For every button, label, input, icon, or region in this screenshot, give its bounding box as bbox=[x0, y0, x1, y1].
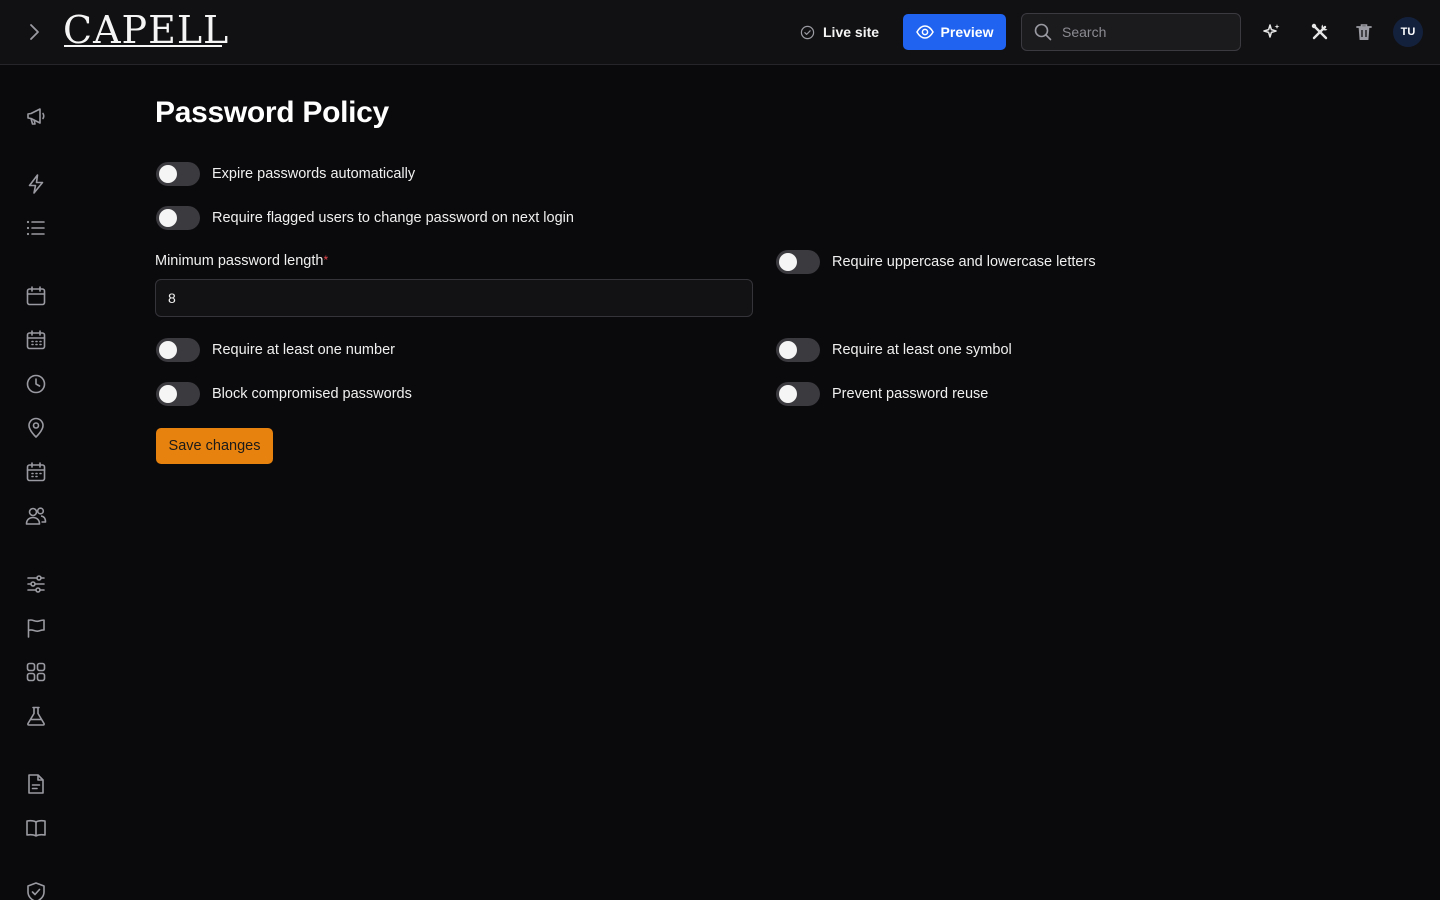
megaphone-icon bbox=[25, 105, 47, 127]
clock-icon bbox=[25, 373, 47, 395]
require-number-row: Require at least one number bbox=[156, 337, 395, 363]
sidebar-item-documents[interactable] bbox=[24, 772, 48, 796]
page-title: Password Policy bbox=[155, 96, 389, 129]
logo-underline bbox=[64, 45, 222, 47]
sidebar-item-labs[interactable] bbox=[24, 704, 48, 728]
sidebar-item-settings[interactable] bbox=[24, 572, 48, 596]
upper-lower-toggle[interactable] bbox=[776, 250, 820, 274]
sidebar-item-schedule[interactable] bbox=[24, 328, 48, 352]
avatar[interactable]: TU bbox=[1393, 17, 1423, 47]
toggle-knob bbox=[159, 165, 177, 183]
min-length-label: Minimum password length* bbox=[155, 253, 328, 269]
sidebar-item-reports[interactable] bbox=[24, 616, 48, 640]
expand-sidebar-button[interactable] bbox=[20, 18, 48, 46]
toggle-knob bbox=[779, 385, 797, 403]
chevron-right-icon bbox=[26, 23, 42, 41]
document-icon bbox=[25, 773, 47, 795]
require-symbol-toggle[interactable] bbox=[776, 338, 820, 362]
live-site-link[interactable]: Live site bbox=[800, 21, 879, 43]
sidebar-item-users[interactable] bbox=[24, 504, 48, 528]
lightning-icon bbox=[25, 173, 47, 195]
tools-button[interactable] bbox=[1308, 20, 1332, 44]
expire-passwords-row: Expire passwords automatically bbox=[156, 161, 415, 187]
search-box[interactable] bbox=[1021, 13, 1241, 51]
sidebar-item-events[interactable] bbox=[24, 460, 48, 484]
upper-lower-row: Require uppercase and lowercase letters bbox=[776, 249, 1096, 275]
sidebar-item-calendar[interactable] bbox=[24, 284, 48, 308]
block-compromised-toggle[interactable] bbox=[156, 382, 200, 406]
sidebar-item-locations[interactable] bbox=[24, 416, 48, 440]
require-symbol-row: Require at least one symbol bbox=[776, 337, 1012, 363]
shield-check-icon bbox=[25, 881, 47, 900]
save-changes-button[interactable]: Save changes bbox=[156, 428, 273, 464]
sliders-icon bbox=[25, 573, 47, 595]
prevent-reuse-row: Prevent password reuse bbox=[776, 381, 988, 407]
grid-icon bbox=[25, 661, 47, 683]
require-number-label: Require at least one number bbox=[212, 342, 395, 358]
prevent-reuse-toggle[interactable] bbox=[776, 382, 820, 406]
map-pin-icon bbox=[25, 417, 47, 439]
eye-icon bbox=[915, 25, 934, 39]
users-icon bbox=[25, 505, 47, 527]
expire-passwords-toggle[interactable] bbox=[156, 162, 200, 186]
sidebar-item-security[interactable] bbox=[24, 880, 48, 900]
tools-icon bbox=[1310, 22, 1330, 42]
search-input[interactable] bbox=[1062, 24, 1222, 40]
flask-icon bbox=[25, 705, 47, 727]
toggle-knob bbox=[159, 209, 177, 227]
avatar-initials: TU bbox=[1400, 26, 1416, 38]
sidebar-item-list[interactable] bbox=[24, 216, 48, 240]
calendar-dates-icon bbox=[25, 461, 47, 483]
upper-lower-label: Require uppercase and lowercase letters bbox=[832, 254, 1096, 270]
toggle-knob bbox=[159, 341, 177, 359]
toggle-knob bbox=[779, 341, 797, 359]
top-bar: CAPELL Live site Preview TU bbox=[0, 0, 1440, 65]
required-indicator: * bbox=[323, 253, 329, 267]
sidebar-item-history[interactable] bbox=[24, 372, 48, 396]
list-icon bbox=[25, 217, 47, 239]
expire-passwords-label: Expire passwords automatically bbox=[212, 166, 416, 182]
min-length-label-text: Minimum password length bbox=[155, 253, 324, 269]
live-site-label: Live site bbox=[823, 24, 880, 40]
calendar-grid-icon bbox=[25, 329, 47, 351]
search-icon bbox=[1034, 23, 1052, 41]
preview-button[interactable]: Preview bbox=[903, 14, 1006, 50]
toggle-knob bbox=[159, 385, 177, 403]
book-icon bbox=[25, 817, 47, 839]
trash-icon bbox=[1355, 22, 1373, 42]
calendar-icon bbox=[25, 285, 47, 307]
sparkles-icon bbox=[1262, 22, 1282, 42]
sidebar-item-announcements[interactable] bbox=[24, 104, 48, 128]
require-flagged-label: Require flagged users to change password… bbox=[212, 210, 574, 226]
check-circle-icon bbox=[800, 25, 815, 40]
sidebar-item-automations[interactable] bbox=[24, 172, 48, 196]
block-compromised-row: Block compromised passwords bbox=[156, 381, 412, 407]
require-flagged-row: Require flagged users to change password… bbox=[156, 205, 574, 231]
require-number-toggle[interactable] bbox=[156, 338, 200, 362]
block-compromised-label: Block compromised passwords bbox=[212, 386, 412, 402]
toggle-knob bbox=[779, 253, 797, 271]
sidebar-item-docs[interactable] bbox=[24, 816, 48, 840]
flag-icon bbox=[25, 617, 47, 639]
sidebar-item-apps[interactable] bbox=[24, 660, 48, 684]
min-length-input[interactable] bbox=[155, 279, 753, 317]
ai-assistant-button[interactable] bbox=[1260, 20, 1284, 44]
prevent-reuse-label: Prevent password reuse bbox=[832, 386, 989, 402]
require-symbol-label: Require at least one symbol bbox=[832, 342, 1012, 358]
trash-button[interactable] bbox=[1352, 20, 1376, 44]
preview-label: Preview bbox=[940, 24, 994, 40]
require-flagged-toggle[interactable] bbox=[156, 206, 200, 230]
